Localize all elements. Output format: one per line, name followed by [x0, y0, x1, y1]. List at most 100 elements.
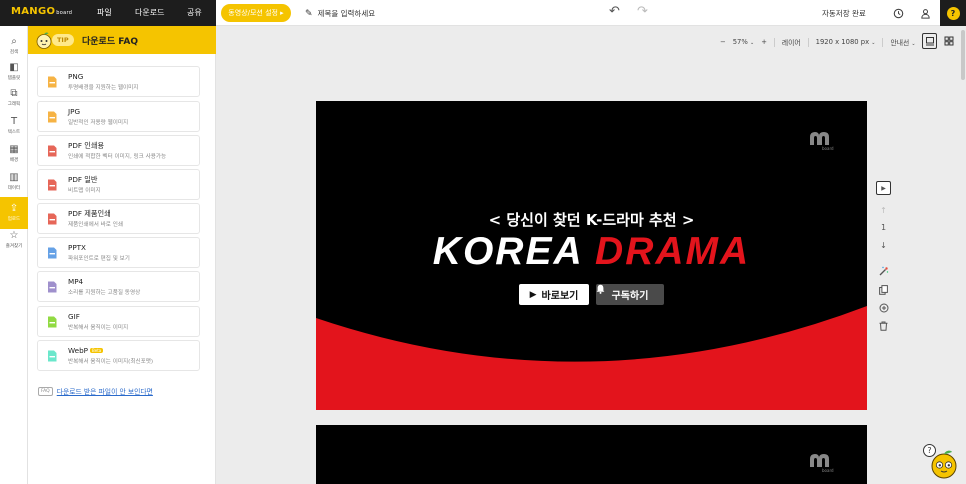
download-option-desc: 제품인쇄에서 바로 인쇄: [68, 222, 124, 228]
autosave-status: 자동저장 완료: [822, 9, 866, 18]
download-option-mp4[interactable]: MP4 소리를 지원하는 고품질 동영상: [37, 271, 200, 302]
download-option-name: PDF 제품인쇄: [68, 209, 111, 218]
video-motion-setting-button[interactable]: 동영상/모션 설정 ▸: [221, 4, 291, 22]
download-option-webp[interactable]: WebP Beta 반복해서 움직이는 이미지(최신포맷): [37, 340, 200, 371]
canvas-size-dropdown[interactable]: 1920 x 1080 px ⌄: [816, 38, 876, 46]
download-option-jpg[interactable]: JPG 일반적인 저용량 웹이미지: [37, 101, 200, 132]
grid-icon: [944, 36, 953, 46]
sidebar-item-data[interactable]: ▥ 데이터: [0, 166, 28, 198]
download-option-name: PPTX: [68, 243, 86, 252]
video-file-icon: [48, 281, 57, 293]
magic-wand-icon[interactable]: [876, 264, 891, 278]
data-icon: ▥: [9, 172, 19, 183]
beta-badge: Beta: [90, 348, 104, 353]
webp-file-icon: [48, 350, 57, 362]
zoom-in-button[interactable]: +: [761, 38, 767, 46]
single-view-button[interactable]: [922, 33, 937, 49]
subscribe-label: 구독하기: [611, 291, 649, 302]
mango-helper-mascot[interactable]: [930, 449, 958, 479]
move-down-icon[interactable]: ↓: [876, 238, 891, 252]
pptx-file-icon: [48, 247, 57, 259]
menu-file[interactable]: 파일: [97, 7, 112, 18]
menu-share[interactable]: 공유: [187, 7, 202, 18]
download-option-name: MP4: [68, 277, 84, 286]
panel-header: TIP 다운로드 FAQ: [28, 26, 216, 54]
guide-dropdown[interactable]: 안내선 ⌄: [890, 37, 915, 47]
slide-logo-sub: board: [822, 146, 834, 151]
download-option-pptx[interactable]: PPTX 파워포인트로 편집 및 보기: [37, 237, 200, 268]
history-icon[interactable]: [885, 0, 911, 26]
title-word-drama: DRAMA: [595, 230, 751, 273]
menu-download[interactable]: 다운로드: [135, 7, 164, 18]
watch-now-label: 바로보기: [541, 291, 579, 302]
faq-link[interactable]: 다운로드 받은 파일이 안 보인다면: [57, 386, 153, 396]
text-icon: T: [10, 116, 18, 127]
slide-2[interactable]: board: [316, 425, 867, 484]
divider: [882, 37, 884, 47]
document-title-input[interactable]: ✎ 제목을 입력하세요: [305, 8, 375, 19]
copy-page-icon[interactable]: [876, 283, 891, 297]
chevron-down-icon: ⌄: [871, 40, 876, 46]
undo-icon[interactable]: ↶: [609, 4, 620, 19]
download-option-gif[interactable]: GIF 반복해서 움직이는 이미지: [37, 306, 200, 337]
delete-page-icon[interactable]: [876, 319, 891, 333]
download-option-desc: 투명배경을 지원하는 웹이미지: [68, 85, 139, 91]
download-option-desc: 파워포인트로 편집 및 보기: [68, 256, 130, 262]
grid-view-button[interactable]: [941, 33, 956, 49]
download-faq-panel: TIP 다운로드 FAQ PNG 투명배경을 지원하는 웹이미지 JPG 일반적인 저…: [28, 26, 216, 484]
download-option-desc: 반복해서 움직이는 이미지: [68, 325, 129, 331]
download-option-pdf-인쇄용[interactable]: PDF 인쇄용 인쇄에 적합한 벡터 이미지, 링크 사용가능: [37, 135, 200, 166]
download-option-pdf-제품인쇄[interactable]: PDF 제품인쇄제품인쇄에서 바로 인쇄: [37, 203, 200, 234]
download-option-desc: 비트맵 이미지: [68, 188, 101, 194]
download-option-pdf-일반[interactable]: PDF 일반 비트맵 이미지: [37, 169, 200, 200]
download-option-desc: 일반적인 저용량 웹이미지: [68, 120, 129, 126]
redo-icon[interactable]: ↷: [637, 4, 648, 19]
pdf-file-icon: [48, 179, 57, 191]
mangoboard-logo[interactable]: MANGOboard: [11, 6, 72, 17]
slide-1[interactable]: board < 당신이 찾던 K-드라마 추천 > KOREA DRAMA ▶ 바…: [316, 101, 867, 410]
top-bar: MANGOboard 파일 다운로드 공유 동영상/모션 설정 ▸ ✎ 제목을 …: [0, 0, 966, 26]
monitor-icon: [925, 37, 934, 46]
zoom-level[interactable]: 57% ⌄: [733, 38, 754, 46]
help-icon: ?: [946, 6, 960, 20]
download-option-name: PDF 인쇄용: [68, 141, 105, 150]
left-sidebar: ⌕ 검색 ◧ 템플릿 ⧉ 그래픽 T 텍스트 ▦ 배경 ▥ 데이터 ⇪ 업로드 ☆ 즐겨찾기: [0, 26, 28, 484]
play-page-button[interactable]: ▶: [876, 181, 891, 195]
pdf-file-icon: [48, 213, 57, 225]
canvas-size-value: 1920 x 1080 px: [815, 38, 870, 46]
title-placeholder: 제목을 입력하세요: [317, 9, 376, 18]
move-up-icon[interactable]: ↑: [876, 203, 891, 217]
zoom-out-button[interactable]: −: [720, 38, 726, 46]
pdf-file-icon: [48, 145, 57, 157]
play-icon: ▶: [529, 289, 537, 300]
sidebar-item-label: 데이터: [7, 186, 21, 191]
chevron-down-icon: ⌄: [749, 40, 755, 46]
canvas-toolbar: − 57% ⌄ + 레이어 1920 x 1080 px ⌄ 안내선 ⌄: [720, 35, 916, 49]
vertical-scrollbar[interactable]: [961, 30, 965, 80]
top-bar-dark-section: MANGOboard 파일 다운로드 공유: [0, 0, 216, 26]
pencil-icon: ✎: [305, 8, 313, 19]
chevron-down-icon: ⌄: [911, 41, 916, 47]
sidebar-item-label: 템플릿: [7, 76, 21, 81]
play-icon: ▶: [881, 184, 886, 192]
download-option-name: WebP: [68, 346, 89, 355]
sidebar-item-favorites[interactable]: ☆ 즐겨찾기: [0, 224, 28, 256]
download-option-desc: 반복해서 움직이는 이미지(최신포맷): [68, 359, 154, 365]
slide-logo-sub: board: [822, 468, 834, 473]
layer-button[interactable]: 레이어: [782, 37, 801, 47]
panel-title: 다운로드 FAQ: [82, 37, 138, 47]
help-button[interactable]: ?: [940, 0, 966, 26]
mangoboard-slide-logo: board: [810, 132, 834, 151]
template-icon: ◧: [9, 62, 19, 73]
gif-file-icon: [48, 316, 57, 328]
star-icon: ☆: [9, 230, 19, 241]
add-page-icon[interactable]: [876, 301, 891, 315]
watch-now-button[interactable]: ▶ 바로보기: [519, 284, 589, 305]
user-icon[interactable]: [912, 0, 938, 26]
download-option-png[interactable]: PNG 투명배경을 지원하는 웹이미지: [37, 66, 200, 97]
faq-badge: FAQ: [38, 386, 53, 396]
subscribe-button[interactable]: 구독하기: [596, 284, 664, 305]
sidebar-item-label: 배경: [9, 158, 19, 163]
mangoboard-slide-logo: board: [810, 454, 834, 473]
download-option-name: GIF: [68, 312, 80, 321]
